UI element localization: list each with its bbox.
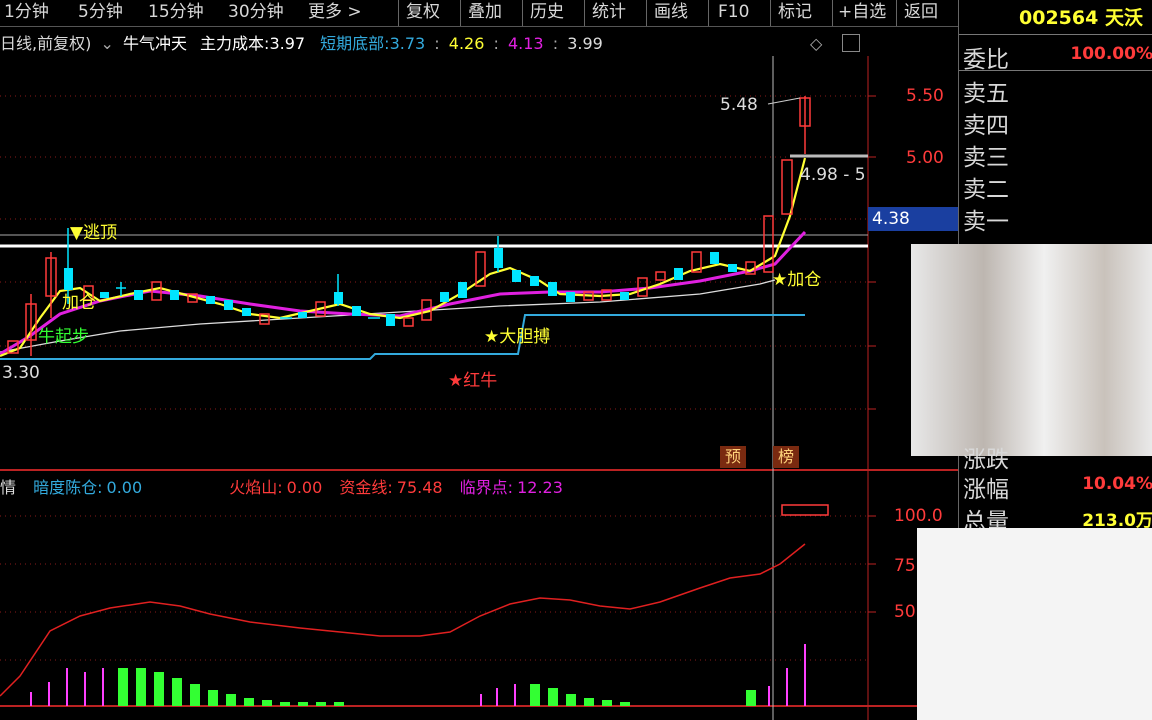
diamond-icon[interactable]: ◇ [810, 34, 822, 53]
window-toggle-icon[interactable] [842, 34, 860, 52]
ratio-label: 委比 [963, 47, 1009, 73]
btn-add-watchlist[interactable]: +自选 [838, 0, 886, 26]
short-bottom-v2: 4.26 [448, 34, 485, 53]
blurred-overlay [911, 244, 1152, 456]
indicator-axis-100: 100.0 [894, 506, 943, 526]
short-bottom-label: 短期底部: [320, 34, 390, 53]
btn-back[interactable]: 返回 [904, 0, 938, 26]
period-label: 日线,前复权) [0, 34, 92, 53]
indicator-2-label: 火焰山: [229, 478, 283, 497]
period-15min[interactable]: 15分钟 [148, 0, 204, 26]
btn-mark[interactable]: 标记 [778, 0, 812, 26]
add-position-label-1: 加仓 [62, 293, 96, 313]
indicator-axis-75: 75 [894, 556, 916, 576]
indicator-1-label: 暗度陈仓: [33, 478, 103, 497]
red-bull-label: ★红牛 [448, 371, 498, 391]
white-overlay [917, 528, 1152, 720]
btn-restore-right[interactable]: 复权 [406, 0, 440, 26]
btn-history[interactable]: 历史 [530, 0, 564, 26]
indicator-1-value: 0.00 [106, 478, 143, 497]
short-bottom-v1: 3.73 [389, 34, 426, 53]
escape-top-label: ▼逃顶 [70, 223, 118, 243]
sep2: : [493, 34, 499, 53]
tag-pre[interactable]: 预 [720, 446, 746, 468]
btn-overlay[interactable]: 叠加 [468, 0, 502, 26]
bold-label: ★大胆搏 [484, 327, 551, 347]
period-30min[interactable]: 30分钟 [228, 0, 284, 26]
change-label: 涨幅 [963, 477, 1009, 503]
sep1: : [434, 34, 440, 53]
indicator-name[interactable]: 牛气冲天 [123, 34, 187, 53]
quote-panel: 002564 天沃 委比 100.00% 卖五 卖四 卖三 卖二 卖一 涨跌 涨… [911, 0, 1152, 720]
sep3: : [552, 34, 559, 53]
indicator-info-line: 日线,前复权) ⌄ 牛气冲天 主力成本:3.97 短期底部:3.73 : 4.2… [0, 30, 607, 56]
add-position-label-2: ★加仓 [772, 270, 822, 290]
sell3-label: 卖三 [963, 145, 1009, 171]
current-price-tag: 4.38 [868, 207, 962, 231]
main-cost-label: 主力成本: [200, 34, 270, 53]
indicator-4-label: 临界点: [459, 478, 514, 497]
up-down-label: 涨跌 [963, 447, 1009, 473]
price-axis-5.50: 5.50 [906, 86, 944, 106]
indicator-3-value: 75.48 [396, 478, 443, 497]
indicator-legend: 情 暗度陈仓: 0.00 火焰山: 0.00 资金线: 75.48 临界点: 12.23 [0, 474, 575, 498]
indicator-axis-50: 50 [894, 602, 916, 622]
btn-stats[interactable]: 统计 [592, 0, 626, 26]
sell4-label: 卖四 [963, 113, 1009, 139]
short-bottom-v3: 4.13 [507, 34, 544, 53]
indicator-prefix: 情 [0, 478, 17, 497]
low-price-label: 3.30 [2, 363, 40, 383]
main-cost-value: 3.97 [269, 34, 306, 53]
change-value: 10.04% [1082, 474, 1152, 494]
btn-draw[interactable]: 画线 [654, 0, 688, 26]
price-axis-5.00: 5.00 [906, 148, 944, 168]
stock-name: 天沃 [1104, 7, 1143, 29]
indicator-4-value: 12.23 [517, 478, 563, 497]
start-label: 牛起步 [38, 327, 89, 347]
ratio-value: 100.00% [1070, 44, 1152, 64]
peak-price-label: 5.48 [720, 95, 758, 115]
period-1min[interactable]: 1分钟 [4, 0, 49, 26]
period-more[interactable]: 更多 > [308, 0, 362, 26]
btn-f10[interactable]: F10 [718, 0, 749, 26]
range-label: 4.98 - 5 [800, 165, 866, 185]
tag-bang[interactable]: 榜 [773, 446, 799, 468]
sell1-label: 卖一 [963, 209, 1009, 235]
sell5-label: 卖五 [963, 81, 1009, 107]
stock-code: 002564 [1019, 7, 1099, 29]
period-5min[interactable]: 5分钟 [78, 0, 123, 26]
sell2-label: 卖二 [963, 177, 1009, 203]
indicator-3-label: 资金线: [339, 478, 393, 497]
short-bottom-v4: 3.99 [567, 34, 603, 53]
dropdown-chevron-icon[interactable]: ⌄ [100, 34, 113, 53]
indicator-2-value: 0.00 [286, 478, 323, 497]
top-toolbar: 1分钟 5分钟 15分钟 30分钟 更多 > 复权 叠加 历史 统计 画线 F1… [0, 0, 958, 27]
